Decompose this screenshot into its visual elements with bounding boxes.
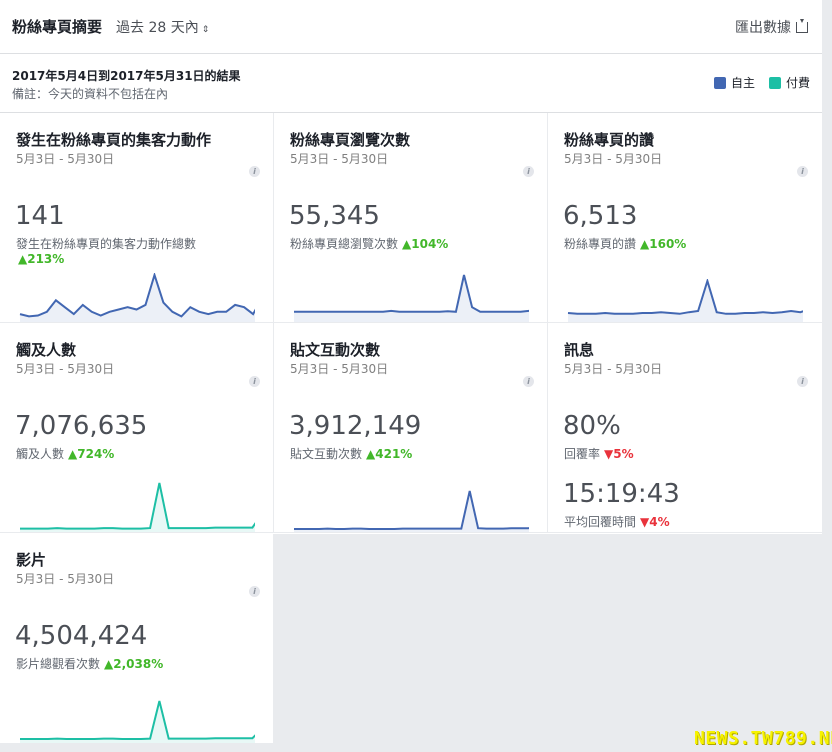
change-indicator: ▲213% (18, 252, 65, 266)
change-indicator: ▲104% (402, 237, 449, 251)
metric-value: 7,076,635 (15, 411, 148, 441)
results-note: 備註：今天的資料不包括在內 (12, 87, 169, 101)
export-label: 匯出數據 (735, 20, 791, 36)
change-indicator: ▲2,038% (104, 657, 164, 671)
info-icon[interactable]: i (249, 166, 260, 177)
legend-swatch-organic (713, 77, 726, 89)
info-icon[interactable]: i (249, 376, 260, 387)
metric-label-text: 觸及人數 (16, 447, 65, 461)
card-title: 觸及人數 (16, 341, 77, 359)
info-icon[interactable]: i (797, 376, 808, 387)
legend-label-paid: 付費 (785, 76, 810, 90)
legend-label-organic: 自主 (730, 76, 755, 90)
change-indicator: ▲421% (366, 447, 413, 461)
card-date-range: 5月3日 - 5月30日 (290, 362, 389, 376)
results-date-range: 2017年5月4日到2017年5月31日的結果 (12, 69, 241, 83)
sparkline-line (20, 700, 255, 740)
date-range-label: 過去 28 天內 (116, 20, 199, 36)
sparkline-area (294, 275, 529, 323)
card-page-views[interactable]: 粉絲專頁瀏覽次數 5月3日 - 5月30日 i 55,345 粉絲專頁總瀏覽次數 ▲104… (274, 113, 547, 323)
metric-label: 粉絲專頁的讚 ▲160% (564, 235, 686, 252)
card-date-range: 5月3日 - 5月30日 (290, 152, 389, 166)
change-indicator-secondary: ▼4% (640, 515, 670, 529)
change-indicator: ▼5% (604, 447, 634, 461)
metric-value: 4,504,424 (15, 621, 148, 651)
card-videos[interactable]: 影片 5月3日 - 5月30日 i 4,504,424 影片總觀看次數 ▲2,038% (0, 533, 273, 743)
sparkline-chart (19, 273, 255, 323)
grid-divider (547, 113, 548, 533)
sparkline-line (20, 482, 255, 530)
metric-label: 影片總觀看次數 ▲2,038% (16, 655, 163, 672)
grid-divider (0, 532, 822, 533)
metric-label-text: 影片總觀看次數 (16, 657, 101, 671)
export-data-button[interactable]: 匯出數據 (735, 17, 808, 37)
card-title: 貼文互動次數 (290, 341, 381, 359)
grid-divider (273, 113, 274, 533)
watermark: NEWS.TW789.NET (694, 728, 832, 749)
metric-value-secondary: 15:19:43 (563, 479, 680, 509)
page-title: 粉絲專頁摘要 (12, 18, 103, 36)
info-icon[interactable]: i (523, 166, 534, 177)
sparkline-area (20, 275, 255, 323)
metric-label-text: 粉絲專頁總瀏覽次數 (290, 237, 399, 251)
card-date-range: 5月3日 - 5月30日 (564, 362, 663, 376)
metric-label-secondary-text: 平均回覆時間 (564, 515, 637, 529)
metric-label-text: 貼文互動次數 (290, 447, 363, 461)
metric-value: 3,912,149 (289, 411, 422, 441)
header-bar: 粉絲專頁摘要 過去 28 天內 ⇕ 匯出數據 (0, 0, 822, 54)
metric-label: 回覆率 ▼5% (564, 445, 634, 462)
sparkline-chart (20, 700, 255, 743)
results-bar: 2017年5月4日到2017年5月31日的結果 備註：今天的資料不包括在內 自主… (0, 54, 822, 113)
metric-label: 發生在粉絲專頁的集客力動作總數 (16, 237, 197, 251)
metric-label-text: 回覆率 (564, 447, 601, 461)
card-title: 粉絲專頁瀏覽次數 (290, 131, 411, 149)
card-date-range: 5月3日 - 5月30日 (16, 152, 115, 166)
card-reach[interactable]: 觸及人數 5月3日 - 5月30日 i 7,076,635 觸及人數 ▲724% (0, 323, 273, 533)
sparkline-chart (294, 274, 529, 323)
card-date-range: 5月3日 - 5月30日 (564, 152, 663, 166)
sparkline-line (294, 274, 529, 313)
card-title: 發生在粉絲專頁的集客力動作 (16, 131, 212, 149)
legend-paid: 付費 (768, 74, 810, 91)
card-page-likes[interactable]: 粉絲專頁的讚 5月3日 - 5月30日 i 6,513 粉絲專頁的讚 ▲160% (548, 113, 821, 323)
metric-value: 6,513 (563, 201, 638, 231)
card-title: 粉絲專頁的讚 (564, 131, 655, 149)
info-icon[interactable]: i (797, 166, 808, 177)
sparkline-area (20, 701, 255, 743)
change-indicator: ▲724% (68, 447, 115, 461)
sparkline-area (20, 483, 255, 533)
card-title: 影片 (16, 551, 47, 569)
sparkline-chart (294, 490, 529, 533)
card-page-actions[interactable]: 發生在粉絲專頁的集客力動作 5月3日 - 5月30日 i 141 發生在粉絲專頁的集客力… (0, 113, 273, 323)
metric-value: 80% (563, 411, 621, 441)
grid-divider (0, 322, 822, 323)
card-date-range: 5月3日 - 5月30日 (16, 572, 115, 586)
metric-label-secondary: 平均回覆時間 ▼4% (564, 513, 670, 530)
legend-swatch-paid (768, 77, 781, 89)
metric-label: 貼文互動次數 ▲421% (290, 445, 412, 462)
sparkline-line (567, 279, 803, 315)
sort-caret-icon: ⇕ (201, 25, 210, 35)
legend-organic: 自主 (713, 74, 755, 91)
card-title: 訊息 (564, 341, 595, 359)
change-indicator: ▲160% (640, 237, 687, 251)
metric-label: 粉絲專頁總瀏覽次數 ▲104% (290, 235, 448, 252)
metric-value: 55,345 (289, 201, 380, 231)
sparkline-chart (20, 482, 255, 533)
download-icon (796, 19, 808, 33)
sparkline-area (568, 281, 803, 323)
info-icon[interactable]: i (249, 586, 260, 597)
sparkline-area (294, 491, 529, 533)
metric-label: 觸及人數 ▲724% (16, 445, 114, 462)
card-date-range: 5月3日 - 5月30日 (16, 362, 115, 376)
date-range-dropdown[interactable]: 過去 28 天內 ⇕ (116, 17, 209, 37)
chart-legend: 自主 付費 (713, 74, 810, 91)
sparkline-line (294, 490, 529, 530)
metric-value: 141 (15, 201, 65, 231)
info-icon[interactable]: i (523, 376, 534, 387)
card-messages[interactable]: 訊息 5月3日 - 5月30日 i 80% 回覆率 ▼5% 15:19:43 平均回覆時間 ▼4… (548, 323, 821, 533)
sparkline-chart (567, 279, 803, 323)
card-post-engagement[interactable]: 貼文互動次數 5月3日 - 5月30日 i 3,912,149 貼文互動次數 ▲421% (274, 323, 547, 533)
metric-label-text: 粉絲專頁的讚 (564, 237, 637, 251)
